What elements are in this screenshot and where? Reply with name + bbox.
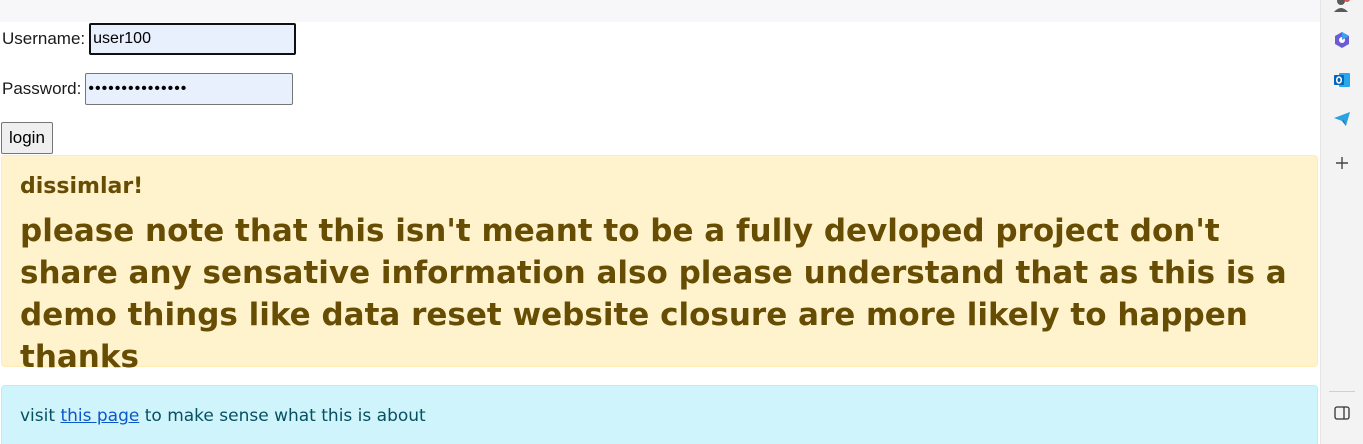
username-label: Username: xyxy=(2,29,86,48)
split-screen-icon[interactable] xyxy=(1332,403,1352,423)
warning-alert: dissimlar! please note that this isn't m… xyxy=(1,155,1318,375)
page-top-bar xyxy=(0,0,1320,22)
add-icon[interactable] xyxy=(1332,153,1352,173)
info-alert: visit this page to make sense what this … xyxy=(1,385,1318,444)
info-prefix: visit xyxy=(20,406,61,426)
telegram-icon[interactable] xyxy=(1332,109,1352,129)
username-row: Username: xyxy=(0,22,297,56)
this-page-link[interactable]: this page xyxy=(60,406,139,426)
warning-body: please note that this isn't meant to be … xyxy=(20,213,1287,376)
password-input[interactable] xyxy=(85,73,294,105)
outlook-icon[interactable] xyxy=(1332,70,1352,90)
username-input[interactable] xyxy=(89,23,297,55)
password-row: Password: xyxy=(0,72,294,106)
web-page: Username: Password: login dissimlar! ple… xyxy=(0,0,1320,444)
warning-heading: dissimlar! xyxy=(20,174,144,199)
info-suffix: to make sense what this is about xyxy=(139,406,426,426)
browser-sidebar xyxy=(1320,0,1363,444)
profile-icon[interactable] xyxy=(1332,0,1352,14)
login-button[interactable]: login xyxy=(1,122,53,154)
copilot-icon[interactable] xyxy=(1332,30,1352,50)
password-label: Password: xyxy=(2,79,82,98)
sidebar-divider xyxy=(1329,391,1355,392)
